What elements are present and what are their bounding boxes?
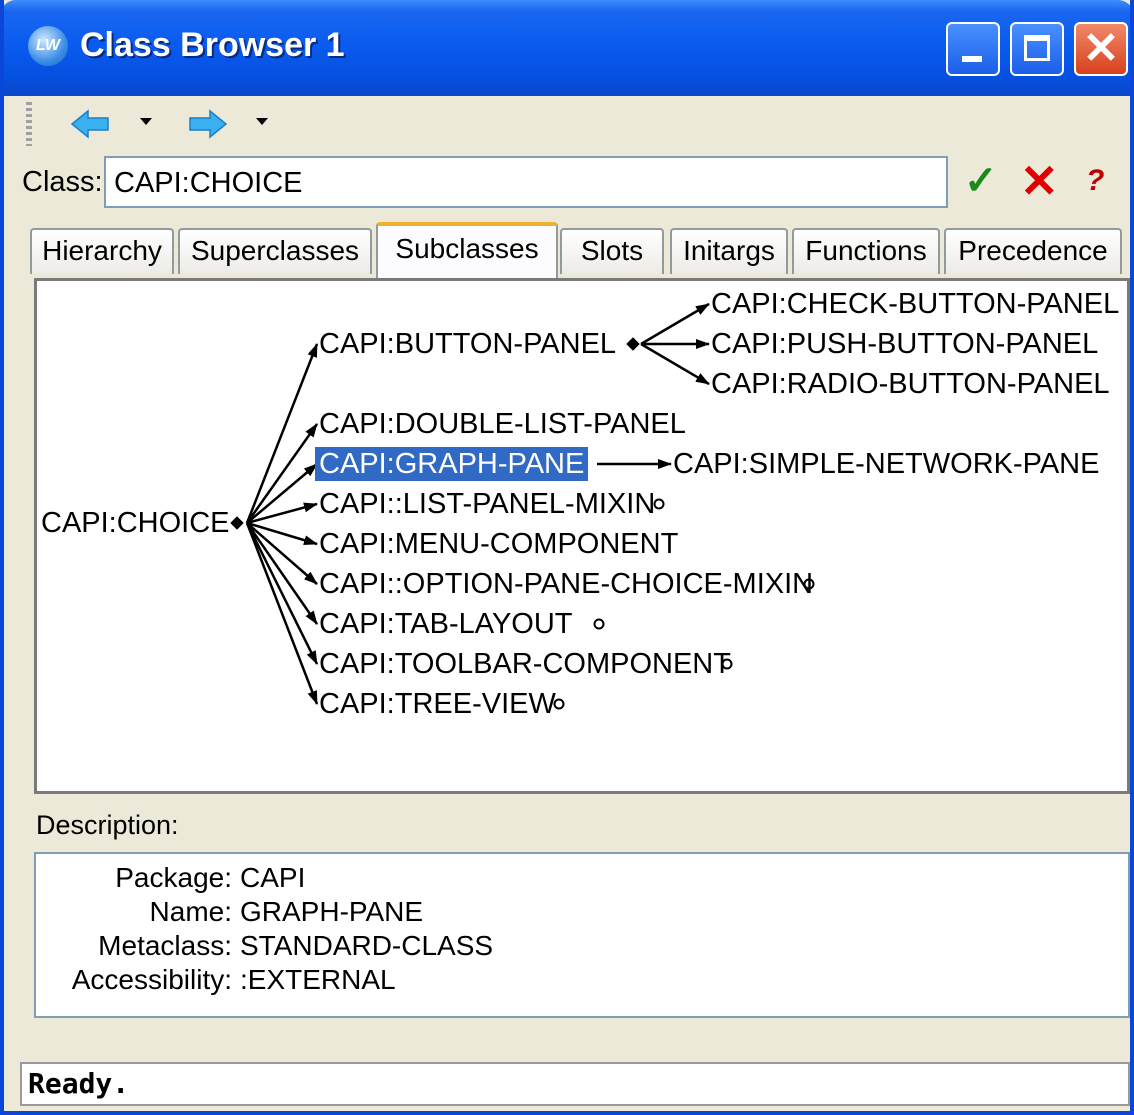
tab-strip: Hierarchy Superclasses Subclasses Slots … [30, 222, 1130, 278]
maximize-button[interactable] [1010, 22, 1064, 76]
title-bar[interactable]: LW Class Browser 1 ✕ [4, 0, 1130, 96]
tab-precedence[interactable]: Precedence [944, 228, 1122, 274]
collapsed-knob[interactable] [593, 618, 605, 630]
collapsed-knob[interactable] [653, 498, 665, 510]
back-dropdown-icon[interactable] [140, 118, 152, 125]
forward-button[interactable] [188, 106, 288, 142]
graph-node-grandchild[interactable]: CAPI:PUSH-BUTTON-PANEL [711, 327, 1098, 361]
class-browser-window: LW Class Browser 1 ✕ Class: CAPI:CHOICE … [0, 0, 1134, 1115]
lw-app-icon[interactable]: LW [28, 26, 68, 66]
tab-functions[interactable]: Functions [792, 228, 940, 274]
tab-hierarchy[interactable]: Hierarchy [30, 228, 174, 274]
graph-node-child[interactable]: CAPI:TOOLBAR-COMPONENT [319, 647, 731, 681]
window-title: Class Browser 1 [80, 26, 345, 64]
cancel-icon[interactable]: ✕ [1020, 154, 1059, 208]
graph-node-child[interactable]: CAPI:MENU-COMPONENT [319, 527, 678, 561]
graph-node-grandchild[interactable]: CAPI:SIMPLE-NETWORK-PANE [673, 447, 1099, 481]
class-label: Class: [22, 166, 103, 198]
tab-initargs[interactable]: Initargs [670, 228, 788, 274]
toolbar [4, 96, 1130, 152]
description-key: Name: [149, 896, 232, 927]
graph-node-child[interactable]: CAPI::LIST-PANEL-MIXIN [319, 487, 655, 521]
tab-superclasses[interactable]: Superclasses [178, 228, 372, 274]
forward-arrow-icon [189, 109, 228, 139]
graph-edge [245, 522, 319, 705]
expand-knob-button-panel[interactable] [626, 337, 640, 351]
back-button[interactable] [70, 106, 170, 142]
description-key: Accessibility: [71, 964, 232, 995]
graph-edge [640, 342, 710, 386]
graph-node-child[interactable]: CAPI::OPTION-PANE-CHOICE-MIXIN [319, 567, 813, 601]
tab-subclasses[interactable]: Subclasses [376, 222, 558, 278]
help-icon[interactable]: ? [1086, 164, 1104, 198]
close-button[interactable]: ✕ [1074, 22, 1128, 76]
graph-node-child[interactable]: CAPI:BUTTON-PANEL [319, 327, 616, 361]
class-input[interactable]: CAPI:CHOICE [104, 156, 948, 208]
graph-node-root[interactable]: CAPI:CHOICE [41, 506, 230, 540]
graph-node-grandchild[interactable]: CAPI:RADIO-BUTTON-PANEL [711, 367, 1110, 401]
minimize-icon [962, 56, 982, 62]
description-key: Metaclass: [98, 930, 232, 961]
back-arrow-icon [70, 109, 109, 139]
forward-dropdown-icon[interactable] [256, 118, 268, 125]
accept-icon[interactable]: ✓ [964, 158, 998, 204]
close-icon: ✕ [1082, 24, 1120, 73]
expand-knob-root[interactable] [230, 516, 244, 530]
status-bar: Ready. [20, 1062, 1130, 1106]
description-panel[interactable]: Package: CAPI Name: GRAPH-PANE Metaclass… [34, 852, 1130, 1018]
subclass-graph[interactable]: CAPI:CHOICE CAPI:BUTTON-PANEL CAPI:DOUBL… [34, 278, 1130, 794]
description-value: CAPI [240, 862, 306, 893]
graph-edge [245, 343, 319, 524]
graph-edge [245, 522, 319, 665]
description-value: :EXTERNAL [240, 964, 396, 995]
maximize-icon [1024, 35, 1050, 61]
graph-edge [640, 302, 710, 346]
graph-node-selected[interactable]: CAPI:GRAPH-PANE [315, 447, 589, 481]
description-label: Description: [36, 810, 179, 840]
minimize-button[interactable] [946, 22, 1000, 76]
graph-node-child[interactable]: CAPI:TREE-VIEW [319, 687, 556, 721]
description-key: Package: [115, 862, 232, 893]
description-value: GRAPH-PANE [240, 896, 424, 927]
toolbar-grip[interactable] [26, 102, 32, 146]
graph-node-grandchild[interactable]: CAPI:CHECK-BUTTON-PANEL [711, 287, 1119, 321]
graph-node-child[interactable]: CAPI:TAB-LAYOUT [319, 607, 573, 641]
class-row: Class: CAPI:CHOICE ✓ ✕ ? [4, 154, 1130, 212]
graph-node-child[interactable]: CAPI:DOUBLE-LIST-PANEL [319, 407, 686, 441]
description-value: STANDARD-CLASS [240, 930, 494, 961]
tab-slots[interactable]: Slots [560, 228, 664, 274]
